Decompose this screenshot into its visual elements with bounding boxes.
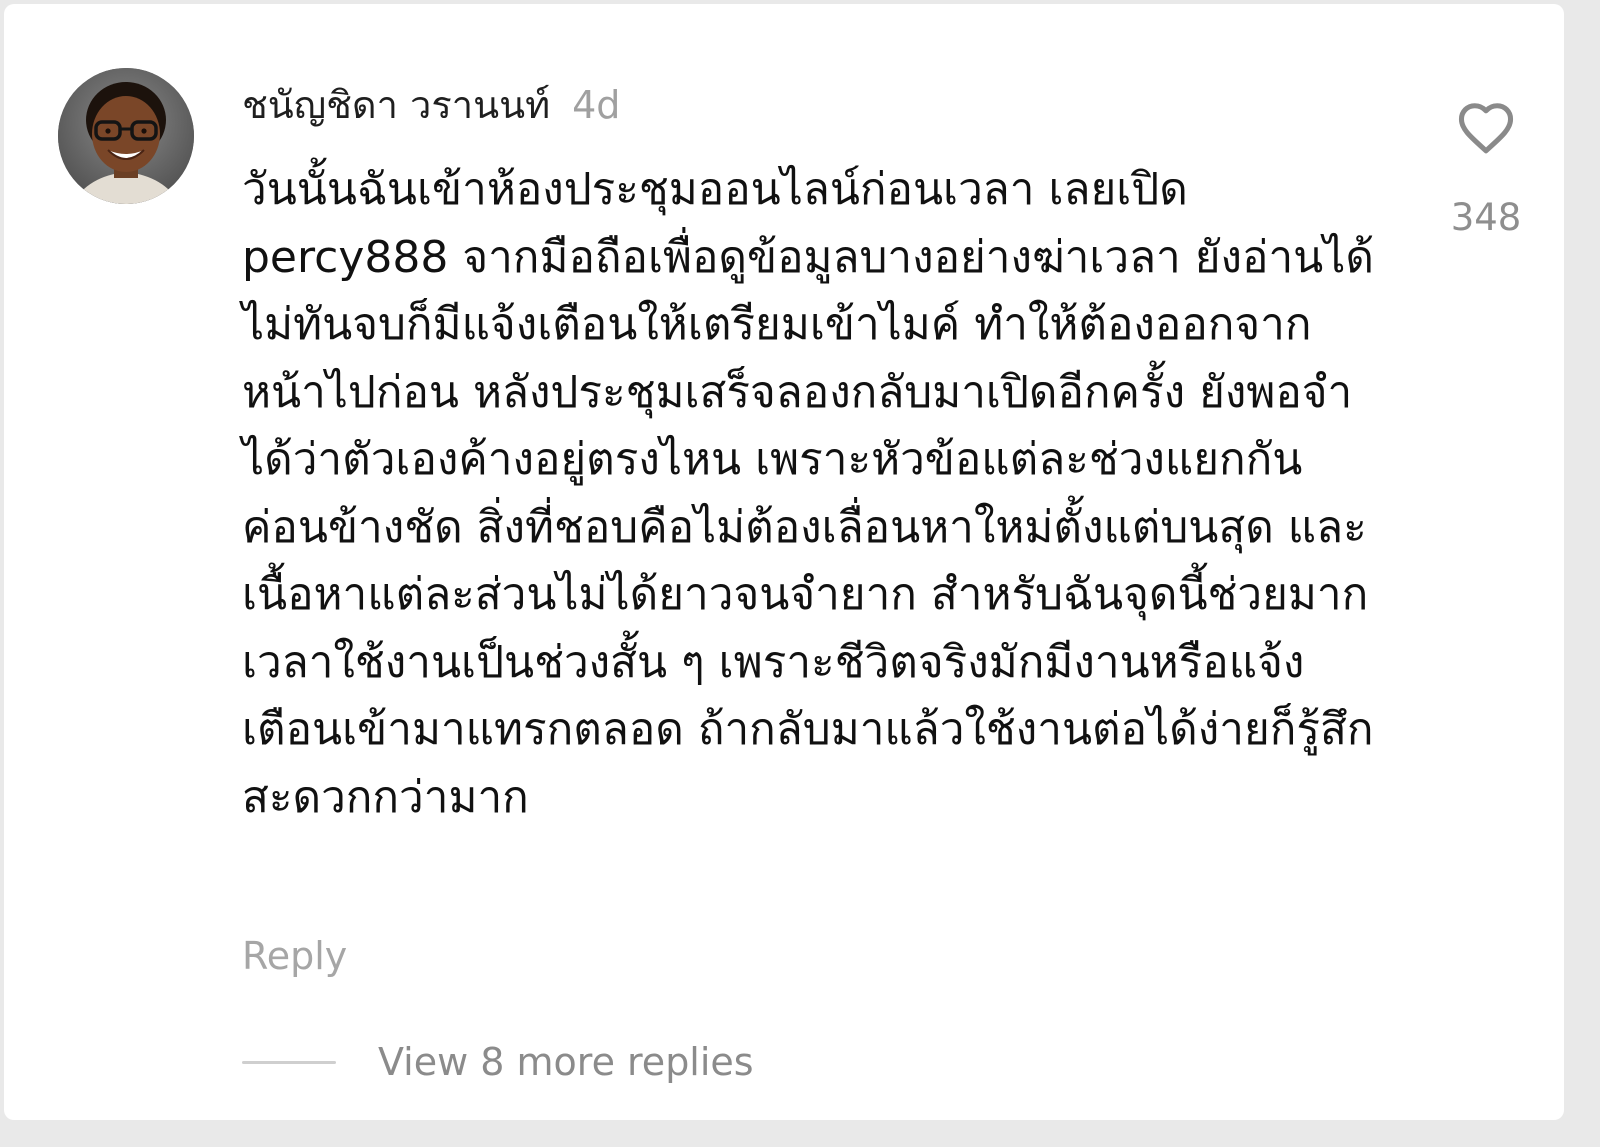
- comment-card: ชนัญชิดา วรานนท์ 4d วันนั้นฉันเข้าห้องปร…: [4, 4, 1564, 1120]
- reply-button[interactable]: Reply: [242, 934, 347, 978]
- comment-header: ชนัญชิดา วรานนท์ 4d: [242, 74, 620, 134]
- avatar-image: [58, 68, 194, 204]
- heart-outline-icon: [1458, 103, 1514, 154]
- timestamp: 4d: [572, 83, 621, 127]
- like-count: 348: [1450, 196, 1522, 239]
- like-button[interactable]: [1454, 96, 1518, 156]
- like-section: 348: [1438, 96, 1534, 239]
- comment-text: วันนั้นฉันเข้าห้องประชุมออนไลน์ก่อนเวลา …: [242, 164, 1374, 823]
- avatar[interactable]: [58, 68, 194, 204]
- replies-divider-line: [242, 1060, 336, 1064]
- view-replies-label: View 8 more replies: [378, 1040, 754, 1084]
- username[interactable]: ชนัญชิดา วรานนท์: [242, 74, 550, 135]
- view-more-replies-button[interactable]: View 8 more replies: [242, 1040, 754, 1084]
